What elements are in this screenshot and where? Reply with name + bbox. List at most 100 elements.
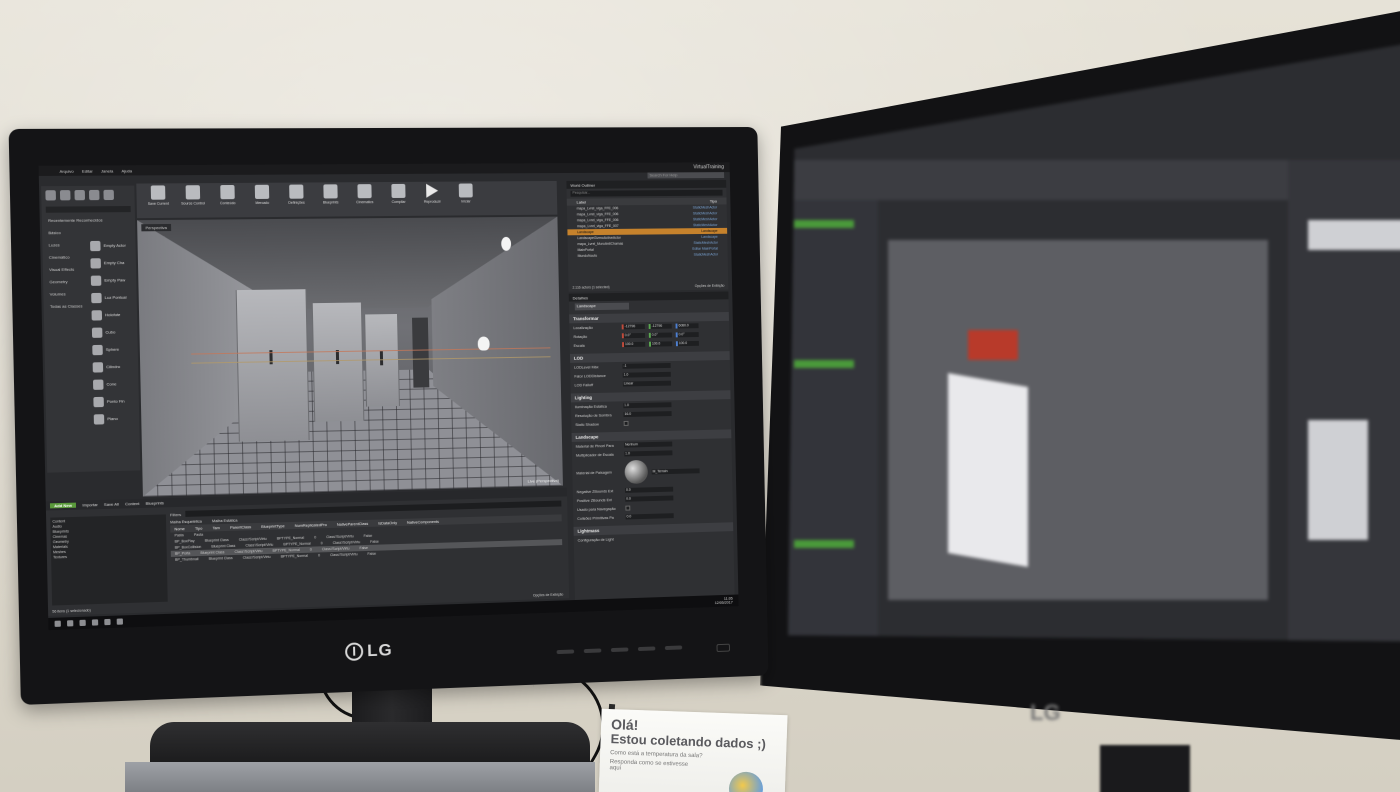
filters-button[interactable]: Filters	[170, 511, 181, 516]
build-button[interactable]: Compilar	[383, 184, 413, 214]
breadcrumb-item[interactable]: Content	[125, 501, 140, 506]
gear-icon	[289, 185, 303, 199]
place-actor-item[interactable]: Cubo	[92, 323, 134, 341]
place-actor-item[interactable]: Cone	[93, 375, 135, 393]
property-field[interactable]: 1.0	[623, 372, 671, 378]
rotation-z-field[interactable]: 0.0°	[676, 332, 699, 337]
play-button[interactable]: Reproduzir	[417, 184, 447, 214]
location-x-field[interactable]: -12796	[622, 324, 645, 329]
source-control-button[interactable]: Source Control	[177, 185, 208, 216]
place-actor-item[interactable]: Sphere	[92, 340, 134, 358]
place-actor-item[interactable]: Holofote	[91, 306, 133, 324]
property-field[interactable]: Linear	[623, 381, 671, 387]
right-editor-left-panel	[788, 200, 878, 680]
navigation-checkbox[interactable]	[625, 506, 630, 511]
add-new-button[interactable]: Add New	[50, 503, 76, 509]
help-search-input[interactable]: Search For Help	[647, 172, 724, 178]
property-field[interactable]: 1.0	[623, 402, 671, 408]
property-dropdown[interactable]: Nenhum	[624, 442, 672, 448]
filter-tab[interactable]: Malha Esquelética	[170, 519, 202, 524]
property-field[interactable]: 0.0	[625, 487, 673, 493]
category-item[interactable]: Recentemente Reconhecidos	[42, 214, 135, 227]
scale-row: Escala 100.0 100.0 100.0	[570, 338, 730, 350]
light-bulb-icon[interactable]	[501, 237, 511, 251]
asset-list: Filters Malha Esquelética Malha Estática…	[170, 500, 563, 602]
place-actor-item[interactable]: Empty Cha	[90, 254, 132, 272]
launch-button[interactable]: Iniciar	[451, 183, 481, 213]
viewport-perspective-button[interactable]: Perspectiva	[141, 224, 171, 231]
level-viewport[interactable]: Perspectiva Live (Perspectiva)	[137, 217, 563, 497]
settings-button[interactable]: Definições	[281, 184, 312, 214]
place-actor-item[interactable]: Empty Paw	[91, 271, 133, 289]
unreal-engine-icon[interactable]	[117, 618, 123, 624]
modes-search-input[interactable]	[46, 206, 131, 213]
scale-z-field[interactable]: 100.0	[676, 341, 699, 346]
geometry-mode-icon[interactable]	[103, 190, 114, 200]
place-actor-item[interactable]: Plano	[94, 409, 136, 427]
property-field[interactable]: 1.0	[624, 450, 672, 456]
light-bulb-icon[interactable]	[478, 336, 490, 350]
rotation-y-field[interactable]: 0.0°	[649, 333, 672, 338]
menu-item[interactable]: Editar	[82, 168, 93, 173]
save-button[interactable]: Save Current	[143, 185, 174, 216]
outliner-search-input[interactable]: Pesquisar...	[570, 190, 722, 197]
monitor-button[interactable]	[611, 647, 628, 652]
menu-item[interactable]: Ajuda	[121, 168, 132, 173]
save-icon	[151, 185, 166, 199]
place-actor-item[interactable]: Luz Pontual	[91, 288, 133, 306]
place-actor-list: Empty Actor Empty Cha Empty Paw Luz Pont…	[90, 237, 137, 488]
save-all-button[interactable]: Save All	[104, 501, 119, 506]
rotation-x-field[interactable]: 0.0°	[622, 333, 645, 338]
browser-icon[interactable]	[104, 619, 110, 625]
place-actor-item[interactable]: Cilindro	[93, 358, 135, 376]
explorer-icon[interactable]	[92, 619, 98, 625]
panel-tile	[1308, 220, 1400, 250]
cinematics-button[interactable]: Cinematics	[349, 184, 380, 214]
foliage-mode-icon[interactable]	[89, 190, 100, 200]
scale-x-field[interactable]: 100.0	[622, 342, 645, 347]
content-button[interactable]: Conteúdo	[212, 185, 243, 216]
location-z-field[interactable]: 6080.0	[676, 323, 699, 328]
breadcrumb-item[interactable]: Blueprints	[146, 500, 164, 506]
landscape-mode-icon[interactable]	[74, 190, 85, 200]
menu-item[interactable]: Janela	[101, 168, 113, 173]
mode-icons	[41, 186, 135, 205]
tab-details[interactable]: Detalhes	[569, 291, 729, 301]
material-thumbnail[interactable]	[624, 460, 648, 484]
search-icon[interactable]	[67, 620, 73, 626]
scale-y-field[interactable]: 100.0	[649, 341, 672, 346]
place-actor-item[interactable]: Ponto Fin	[93, 392, 135, 410]
blueprints-button[interactable]: Blueprints	[315, 184, 346, 214]
location-y-field[interactable]: -12796	[649, 324, 672, 329]
monitor-button[interactable]	[557, 649, 575, 654]
monitor-button[interactable]	[638, 646, 655, 651]
property-field[interactable]: 16.0	[623, 411, 671, 417]
panel-tile	[1308, 420, 1368, 540]
filter-tab[interactable]: Malha Estática	[212, 518, 237, 523]
paint-mode-icon[interactable]	[60, 190, 71, 200]
windows-start-icon[interactable]	[55, 621, 61, 627]
monitor-button[interactable]	[584, 648, 602, 653]
static-shadow-checkbox[interactable]	[624, 421, 629, 426]
place-actor-item[interactable]: Empty Actor	[90, 237, 132, 255]
property-field[interactable]: -1	[622, 363, 670, 369]
property-field[interactable]: 0.0	[625, 496, 673, 502]
power-button[interactable]	[717, 644, 730, 652]
import-button[interactable]: Importar	[82, 502, 98, 508]
electrical-cabinet[interactable]	[312, 302, 365, 421]
viewport-mode-label: Live (Perspectiva)	[528, 478, 559, 484]
marketplace-button[interactable]: Mercado	[247, 185, 278, 215]
actor-name-field[interactable]: Landscape	[575, 303, 629, 311]
tab-world-outliner[interactable]: World Outliner	[566, 180, 726, 189]
property-dropdown[interactable]: M_Terrain	[652, 468, 700, 474]
property-row: Material de Paisagem M_Terrain	[572, 456, 732, 488]
place-mode-icon[interactable]	[45, 190, 56, 200]
electrical-cabinet[interactable]	[236, 289, 310, 441]
menu-item[interactable]: Arquivo	[59, 168, 73, 173]
taskbar-clock[interactable]: 11:05 12/05/2017	[715, 597, 733, 605]
red-component-model	[968, 330, 1018, 360]
property-field[interactable]: 0.0	[626, 513, 674, 519]
outliner-row[interactable]: MundoNoufo StaticMeshActor	[568, 251, 728, 259]
monitor-button[interactable]	[665, 645, 682, 650]
task-view-icon[interactable]	[79, 620, 85, 626]
